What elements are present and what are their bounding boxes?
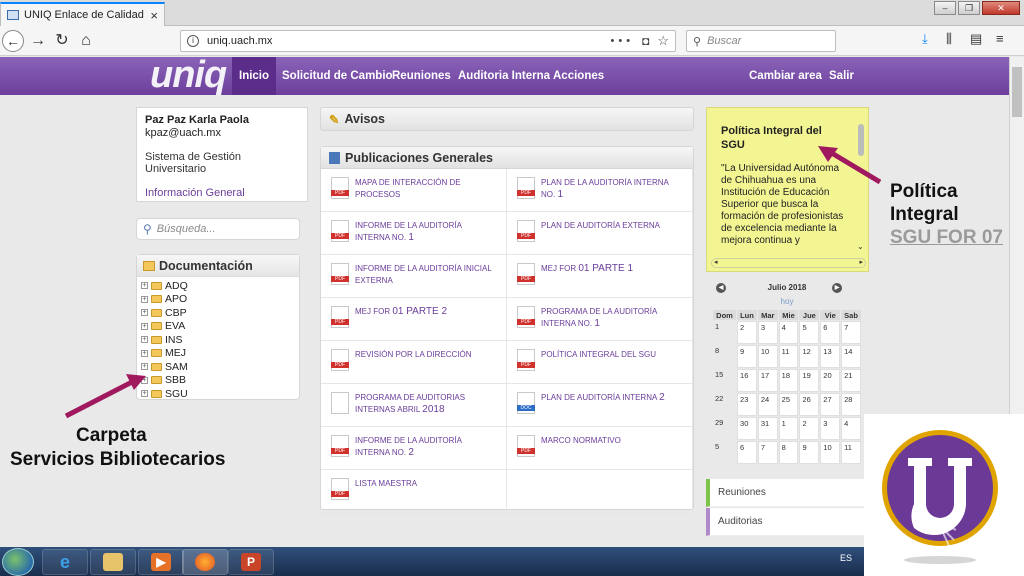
arrow-carpeta xyxy=(64,379,134,419)
language-indicator[interactable]: ES xyxy=(840,553,852,563)
firefox-icon xyxy=(195,553,215,571)
taskbar-explorer[interactable] xyxy=(90,549,136,575)
internet-explorer-icon: e xyxy=(59,552,70,572)
taskbar-media[interactable]: ▶ xyxy=(138,549,184,575)
annotation-sgu-for-07: SGU FOR 07 xyxy=(890,227,1003,248)
media-player-icon: ▶ xyxy=(151,553,171,571)
annotation-integral: Integral xyxy=(890,204,959,225)
annotation-arrows xyxy=(64,146,882,419)
taskbar-powerpoint[interactable]: P xyxy=(228,549,274,575)
taskbar-ie[interactable]: e xyxy=(42,549,88,575)
taskbar-firefox[interactable] xyxy=(182,549,228,575)
folder-icon xyxy=(103,553,123,571)
start-button-icon[interactable] xyxy=(2,548,34,576)
annotation-servicios-bibliotecarios: Servicios Bibliotecarios xyxy=(10,449,226,470)
arrow-politica xyxy=(828,149,882,185)
annotation-politica: Política xyxy=(890,181,958,202)
annotation-carpeta: Carpeta xyxy=(76,425,147,446)
powerpoint-icon: P xyxy=(241,553,261,571)
